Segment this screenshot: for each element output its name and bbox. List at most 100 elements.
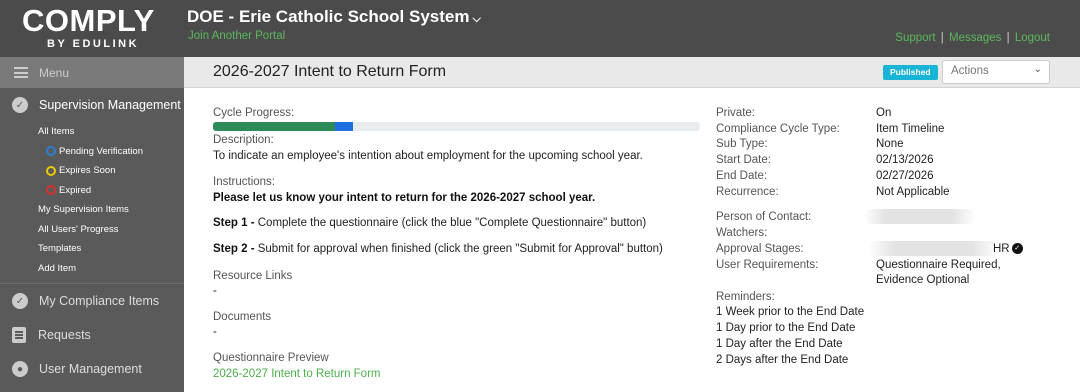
sidebar-item-add-item[interactable]: Add Item	[0, 259, 184, 279]
user-icon: ●	[12, 361, 28, 377]
logo-text: COMPLY	[22, 3, 155, 38]
recurrence-label: Recurrence:	[716, 186, 779, 198]
documents-label: Documents	[213, 311, 272, 323]
user-requirements-label: User Requirements:	[716, 259, 819, 271]
step-2-description: Submit for approval when finished (click…	[254, 243, 663, 255]
progress-segment-current	[334, 122, 354, 131]
menu-label: Menu	[39, 65, 70, 80]
link-separator: |	[1006, 32, 1010, 44]
portal-selector[interactable]: DOE - Erie Catholic School System ⌵	[187, 7, 481, 27]
sidebar-item-label: Requests	[38, 328, 91, 342]
sidebar-item-templates[interactable]: Templates	[0, 239, 184, 259]
progress-segment-complete	[213, 122, 335, 131]
cycle-progress-label: Cycle Progress:	[213, 107, 295, 119]
top-bar: COMPLY BY EDULINK DOE - Erie Catholic Sc…	[0, 0, 1080, 57]
private-label: Private:	[716, 107, 755, 119]
approval-stage-name: HR	[993, 243, 1010, 255]
redacted-contact	[863, 209, 975, 224]
step-2-label: Step 2 -	[213, 243, 255, 255]
check-circle-icon: ✓	[12, 97, 28, 113]
cycle-progress-bar	[213, 122, 700, 131]
sidebar-item-all-items[interactable]: All Items	[0, 122, 184, 142]
sub-type-value: None	[876, 138, 904, 150]
sidebar: Menu ✓ Supervision Management All Items …	[0, 57, 184, 392]
expired-status-icon	[46, 185, 56, 196]
sidebar-item-label: Expired	[59, 184, 92, 196]
user-requirements-line-1: Questionnaire Required,	[876, 259, 1001, 271]
description-label: Description:	[213, 134, 274, 146]
portal-title: DOE - Erie Catholic School System	[187, 7, 470, 26]
sidebar-item-label: My Compliance Items	[39, 294, 160, 308]
person-of-contact-label: Person of Contact:	[716, 211, 812, 223]
menu-toggle[interactable]: Menu	[0, 57, 184, 88]
sidebar-item-requests[interactable]: Requests	[0, 318, 184, 352]
recurrence-value: Not Applicable	[876, 186, 950, 198]
reminder-item: 1 Day prior to the End Date	[716, 322, 856, 334]
sub-type-label: Sub Type:	[716, 138, 768, 150]
instructions-text: Please let us know your intent to return…	[213, 192, 596, 204]
pending-status-icon	[46, 146, 56, 157]
cycle-type-value: Item Timeline	[876, 123, 945, 135]
logout-link[interactable]: Logout	[1015, 32, 1050, 44]
messages-link[interactable]: Messages	[949, 32, 1001, 44]
sidebar-lower-section: ✓ My Compliance Items Requests ● User Ma…	[0, 283, 184, 392]
status-badge: Published	[883, 65, 938, 80]
end-date-value: 02/27/2026	[876, 170, 934, 182]
hamburger-icon	[14, 67, 28, 78]
main-content: Cycle Progress: Description: To indicate…	[213, 88, 1073, 392]
questionnaire-preview-label: Questionnaire Preview	[213, 352, 329, 364]
description-text: To indicate an employee's intention abou…	[213, 150, 643, 162]
resource-links-value: -	[213, 285, 217, 297]
instructions-label: Instructions:	[213, 176, 275, 188]
content-header: 2026-2027 Intent to Return Form Publishe…	[184, 57, 1080, 88]
actions-dropdown[interactable]: Actions ⌄	[942, 60, 1050, 84]
sidebar-item-label: Expires Soon	[59, 165, 116, 177]
support-link[interactable]: Support	[895, 32, 935, 44]
documents-value: -	[213, 326, 217, 338]
approval-stages-value: HR ✓	[993, 243, 1023, 255]
check-circle-icon: ✓	[1011, 243, 1023, 255]
sidebar-item-label: Supervision Management	[39, 98, 181, 112]
questionnaire-preview-link[interactable]: 2026-2027 Intent to Return Form	[213, 368, 381, 380]
start-date-value: 02/13/2026	[876, 154, 934, 166]
sidebar-item-expired[interactable]: Expired	[0, 181, 184, 201]
reminder-item: 1 Day after the End Date	[716, 338, 843, 350]
sidebar-item-user-management[interactable]: ● User Management	[0, 352, 184, 386]
logo-subtext: BY EDULINK	[47, 38, 140, 50]
join-another-portal-link[interactable]: Join Another Portal	[188, 30, 285, 42]
chevron-down-icon: ⌵	[472, 13, 481, 25]
cycle-type-label: Compliance Cycle Type:	[716, 123, 840, 135]
document-icon	[12, 327, 26, 343]
check-circle-icon: ✓	[12, 293, 28, 309]
comply-logo[interactable]: COMPLY BY EDULINK	[0, 0, 184, 57]
sidebar-item-pending-verification[interactable]: Pending Verification	[0, 142, 184, 162]
sidebar-item-all-users-progress[interactable]: All Users' Progress	[0, 220, 184, 240]
top-links: Support | Messages | Logout	[895, 32, 1050, 44]
user-requirements-line-2: Evidence Optional	[876, 274, 970, 286]
sidebar-item-label: Pending Verification	[59, 145, 143, 157]
approval-stages-label: Approval Stages:	[716, 243, 804, 255]
step-2-text: Step 2 - Submit for approval when finish…	[213, 243, 663, 255]
chevron-down-icon: ⌄	[1033, 64, 1042, 75]
reminders-label: Reminders:	[716, 291, 775, 303]
step-1-label: Step 1 -	[213, 217, 255, 229]
resource-links-label: Resource Links	[213, 270, 293, 282]
actions-label: Actions	[951, 65, 989, 77]
sidebar-item-my-supervision-items[interactable]: My Supervision Items	[0, 200, 184, 220]
sidebar-item-my-compliance-items[interactable]: ✓ My Compliance Items	[0, 284, 184, 318]
step-1-description: Complete the questionnaire (click the bl…	[254, 217, 647, 229]
reminder-item: 1 Week prior to the End Date	[716, 306, 865, 318]
page-title: 2026-2027 Intent to Return Form	[213, 63, 447, 80]
end-date-label: End Date:	[716, 170, 768, 182]
watchers-label: Watchers:	[716, 227, 768, 239]
start-date-label: Start Date:	[716, 154, 771, 166]
link-separator: |	[940, 32, 944, 44]
private-value: On	[876, 107, 892, 119]
redacted-approver	[868, 241, 998, 256]
sidebar-item-label: User Management	[39, 362, 142, 376]
reminder-item: 2 Days after the End Date	[716, 354, 849, 366]
sidebar-item-supervision-management[interactable]: ✓ Supervision Management	[0, 88, 184, 122]
step-1-text: Step 1 - Complete the questionnaire (cli…	[213, 217, 646, 229]
sidebar-item-expires-soon[interactable]: Expires Soon	[0, 161, 184, 181]
expires-soon-status-icon	[46, 165, 56, 176]
